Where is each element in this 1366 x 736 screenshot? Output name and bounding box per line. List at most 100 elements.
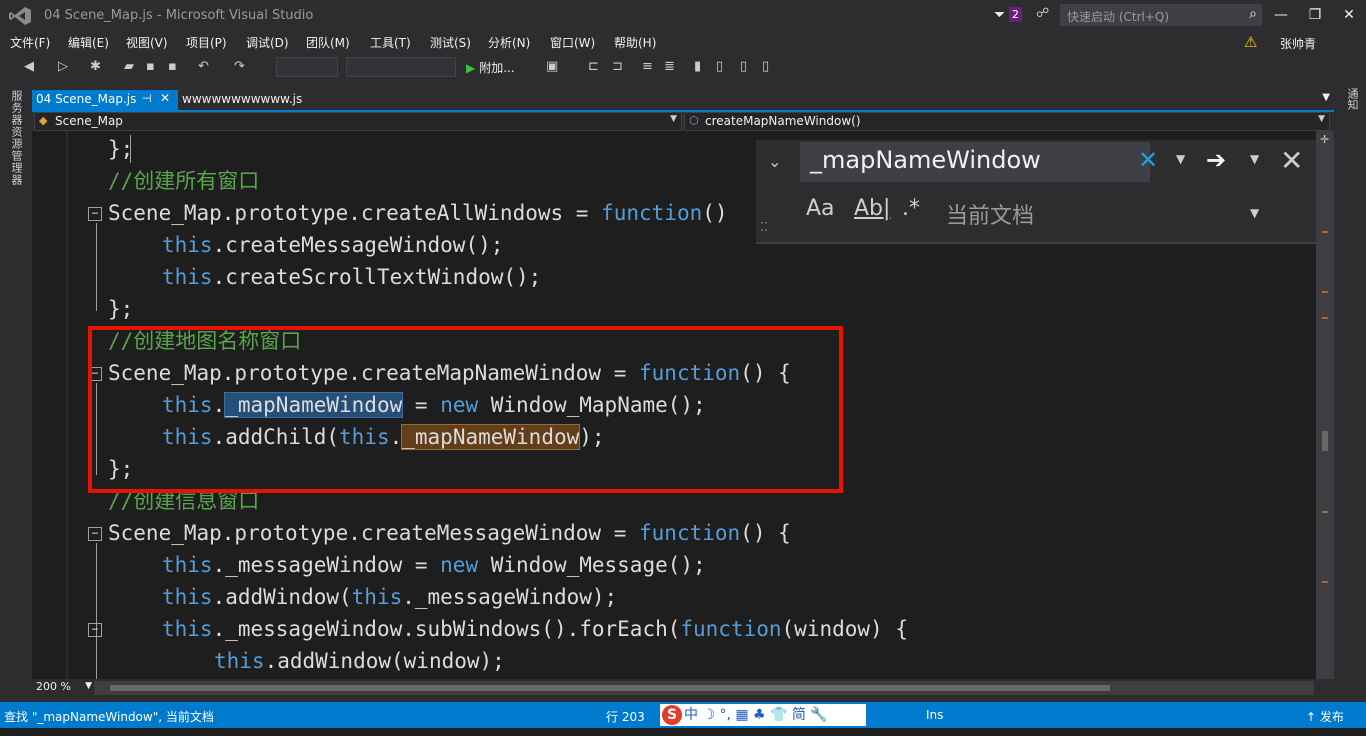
maximize-button[interactable]: ❐ (1300, 4, 1330, 26)
save-icon[interactable]: ▪ (146, 59, 155, 74)
next-bookmark-icon[interactable]: ▯ (740, 59, 747, 74)
open-folder-icon[interactable]: ▰ (124, 59, 134, 74)
attach-options-icon[interactable]: ▣ (546, 59, 558, 74)
play-icon: ▶ (466, 61, 476, 75)
server-explorer-tab[interactable]: 服务器资源管理器 (8, 90, 24, 186)
prev-bookmark-icon[interactable]: ▯ (716, 59, 723, 74)
menu-window[interactable]: 窗口(W) (550, 34, 595, 51)
search-scope-select[interactable]: 当前文档 (946, 198, 1034, 230)
tab-overflow-icon[interactable]: ▼ (1322, 92, 1330, 103)
document-tabs: 04 Scene_Map.js ⊣ ✕ wwwwwwwwwww.js ▼ (32, 90, 1334, 110)
outline-guide (96, 543, 97, 679)
menu-analyze[interactable]: 分析(N) (488, 34, 530, 51)
code-line: Scene_Map.prototype.createAllWindows = f… (108, 201, 728, 225)
collapse-toggle[interactable]: − (88, 623, 102, 637)
menu-bar: 文件(F) 编辑(E) 视图(V) 项目(P) 调试(D) 团队(M) 工具(T… (0, 32, 1366, 52)
member-dropdown[interactable]: ⬡ createMapNameWindow() ▼ (684, 112, 1330, 131)
menu-edit[interactable]: 编辑(E) (68, 34, 109, 51)
collapse-toggle[interactable]: − (88, 207, 102, 221)
scroll-thumb[interactable] (1322, 431, 1328, 451)
split-icon[interactable]: ✛ (1320, 133, 1329, 146)
menu-tools[interactable]: 工具(T) (370, 34, 411, 51)
close-find-icon[interactable]: ✕ (1280, 144, 1303, 177)
vertical-scrollbar[interactable]: ✛ (1316, 131, 1334, 679)
forward-icon[interactable]: ▷ (58, 59, 68, 74)
code-line: //创建所有窗口 (108, 169, 260, 193)
menu-help[interactable]: 帮助(H) (614, 34, 656, 51)
clear-bookmarks-icon[interactable]: ▯ (762, 59, 769, 74)
pin-icon[interactable]: ⊣ (142, 92, 152, 105)
publish-button[interactable]: ↑ 发布 (1306, 708, 1344, 725)
comment-icon[interactable]: ≡ (642, 59, 653, 74)
find-options-icon[interactable]: ▼ (1250, 152, 1259, 166)
warning-icon[interactable]: ⚠ (1244, 33, 1257, 51)
step-over-icon[interactable]: ⊐ (612, 59, 623, 74)
menu-team[interactable]: 团队(M) (306, 34, 350, 51)
ime-toolbar[interactable]: S 中 ☽ °, ▦ ♣ 👕 简 🔧 (660, 704, 866, 726)
collapse-toggle[interactable]: − (88, 527, 102, 541)
scroll-match-marker (1322, 291, 1328, 293)
selection-margin (66, 131, 68, 679)
scope-dropdown[interactable]: ◆ Scene_Map ▼ (34, 112, 682, 131)
zoom-select[interactable]: 200 % ▼ (34, 680, 92, 696)
menu-test[interactable]: 测试(S) (430, 34, 471, 51)
find-next-icon[interactable]: ➔ (1206, 146, 1226, 174)
bookmark-icon[interactable]: ▮ (694, 59, 701, 74)
method-icon: ⬡ (689, 114, 699, 127)
notifications-tab[interactable]: 通知 (1344, 88, 1360, 110)
highlight-annotation-box (88, 326, 843, 493)
new-project-icon[interactable]: ✱ (90, 59, 101, 74)
chevron-down-icon[interactable]: ▼ (1250, 206, 1259, 220)
expand-replace-icon[interactable]: ⌄ (768, 152, 781, 171)
scroll-match-marker (1322, 581, 1328, 583)
code-line: this.addWindow(this._messageWindow); (162, 585, 618, 609)
gutter (32, 131, 66, 679)
search-icon[interactable]: ⌕ (1249, 6, 1257, 22)
user-account[interactable]: 张帅青 (1280, 35, 1316, 52)
find-input[interactable]: _mapNameWindow (800, 142, 1150, 182)
chevron-down-icon: ▼ (670, 114, 677, 124)
horizontal-scrollbar[interactable] (94, 681, 1314, 695)
search-history-icon[interactable]: ▼ (1176, 152, 1185, 166)
uncomment-icon[interactable]: ≣ (664, 59, 675, 74)
step-icon[interactable]: ⊏ (588, 59, 599, 74)
tab-scene-map[interactable]: 04 Scene_Map.js ⊣ ✕ (32, 90, 178, 110)
minimize-button[interactable]: — (1266, 4, 1296, 26)
chevron-down-icon: ▼ (85, 681, 92, 691)
back-icon[interactable]: ◀ (24, 59, 34, 74)
close-icon[interactable]: ✕ (160, 91, 170, 105)
code-line: this.createMessageWindow(); (162, 233, 504, 257)
window-title: 04 Scene_Map.js - Microsoft Visual Studi… (44, 8, 314, 23)
feedback-icon[interactable]: ☍ (1036, 6, 1049, 21)
solution-config-select[interactable] (276, 57, 338, 77)
redo-icon[interactable]: ↷ (234, 59, 245, 74)
resize-grip-icon[interactable]: ⁚⁚ (760, 220, 768, 234)
menu-project[interactable]: 项目(P) (186, 34, 227, 51)
code-line: this._messageWindow = new Window_Message… (162, 553, 706, 577)
notification-badge: 2 (1009, 7, 1022, 22)
regex-toggle[interactable]: .* (902, 196, 920, 221)
attach-label: 附加... (479, 61, 515, 75)
scroll-thumb[interactable] (110, 685, 1110, 691)
funnel-icon: ⏷ (994, 7, 1006, 23)
find-widget: ⌄ _mapNameWindow ✕ ▼ ➔ ▼ ✕ Aa Ab| .* 当前文… (756, 140, 1316, 244)
undo-icon[interactable]: ↶ (198, 59, 209, 74)
attach-button[interactable]: ▶ 附加... (466, 59, 515, 76)
save-all-icon[interactable]: ▪ (168, 59, 177, 74)
menu-debug[interactable]: 调试(D) (246, 34, 289, 51)
class-icon: ◆ (39, 114, 48, 127)
platform-select[interactable] (346, 57, 456, 77)
scroll-match-marker (1322, 511, 1328, 513)
match-case-toggle[interactable]: Aa (806, 196, 835, 221)
quick-launch-input[interactable]: 快速启动 (Ctrl+Q) ⌕ (1060, 4, 1262, 26)
match-whole-word-toggle[interactable]: Ab| (854, 196, 890, 221)
close-window-button[interactable]: ✕ (1334, 4, 1364, 26)
notifications-button[interactable]: ⏷ 2 (994, 6, 1026, 24)
clear-search-icon[interactable]: ✕ (1138, 146, 1158, 174)
tab-wwwwwwwwwww[interactable]: wwwwwwwwwww.js (182, 92, 302, 106)
menu-file[interactable]: 文件(F) (10, 34, 50, 51)
tab-label: 04 Scene_Map.js (36, 92, 137, 106)
menu-view[interactable]: 视图(V) (126, 34, 168, 51)
navigation-bar: ◆ Scene_Map ▼ ⬡ createMapNameWindow() ▼ (32, 112, 1334, 131)
ime-status: 中 ☽ °, ▦ ♣ 👕 简 🔧 (684, 707, 828, 723)
